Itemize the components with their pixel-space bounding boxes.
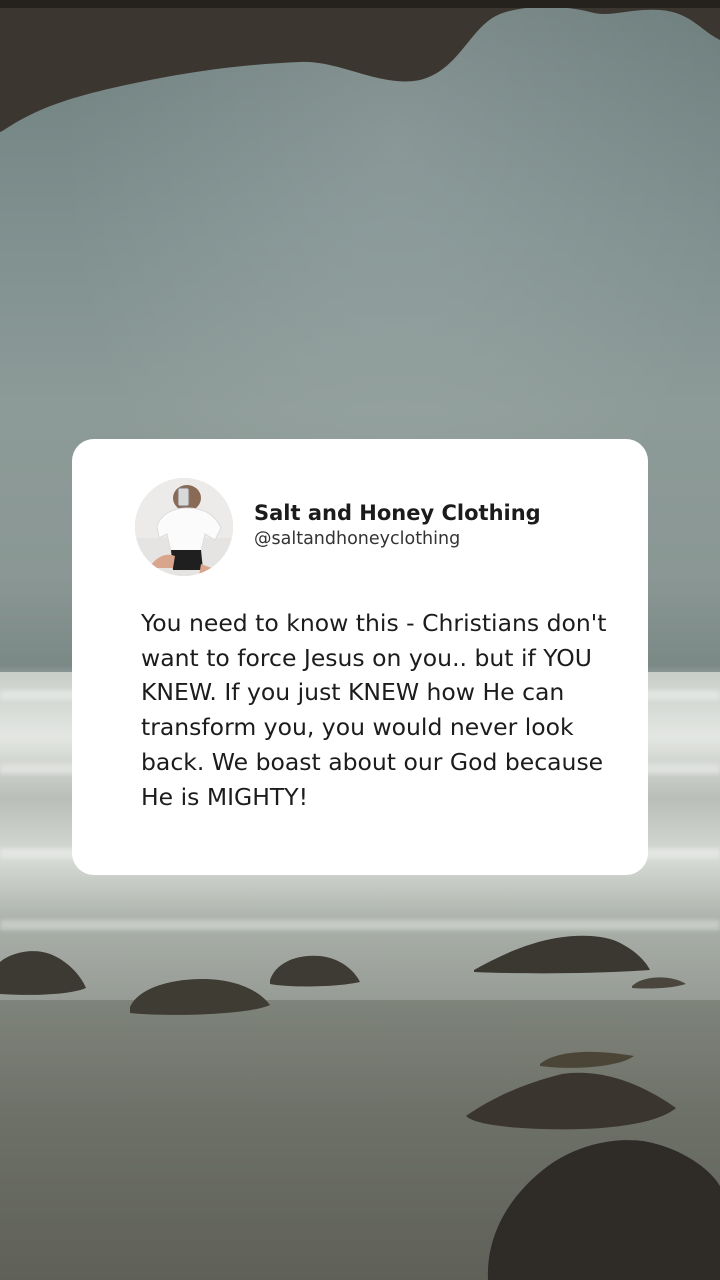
beach-rock — [0, 951, 86, 995]
background-photo: Salt and Honey Clothing @saltandhoneyclo… — [0, 0, 720, 1280]
wave-foam — [0, 920, 720, 930]
beach-rock — [466, 1072, 676, 1130]
beach-rock — [270, 955, 360, 987]
beach-rock — [130, 979, 270, 1015]
author-handle[interactable]: @saltandhoneyclothing — [254, 529, 460, 549]
author-name[interactable]: Salt and Honey Clothing — [254, 501, 541, 525]
beach-rock — [540, 1051, 634, 1068]
avatar[interactable] — [135, 478, 233, 576]
beach-rock — [632, 977, 686, 989]
post-card: Salt and Honey Clothing @saltandhoneyclo… — [72, 439, 648, 875]
profile-photo-icon — [135, 478, 233, 576]
beach-rock — [487, 1140, 720, 1280]
cave-overhang — [0, 0, 720, 132]
beach-rock — [474, 935, 650, 974]
post-text: You need to know this - Christians don't… — [141, 609, 607, 811]
